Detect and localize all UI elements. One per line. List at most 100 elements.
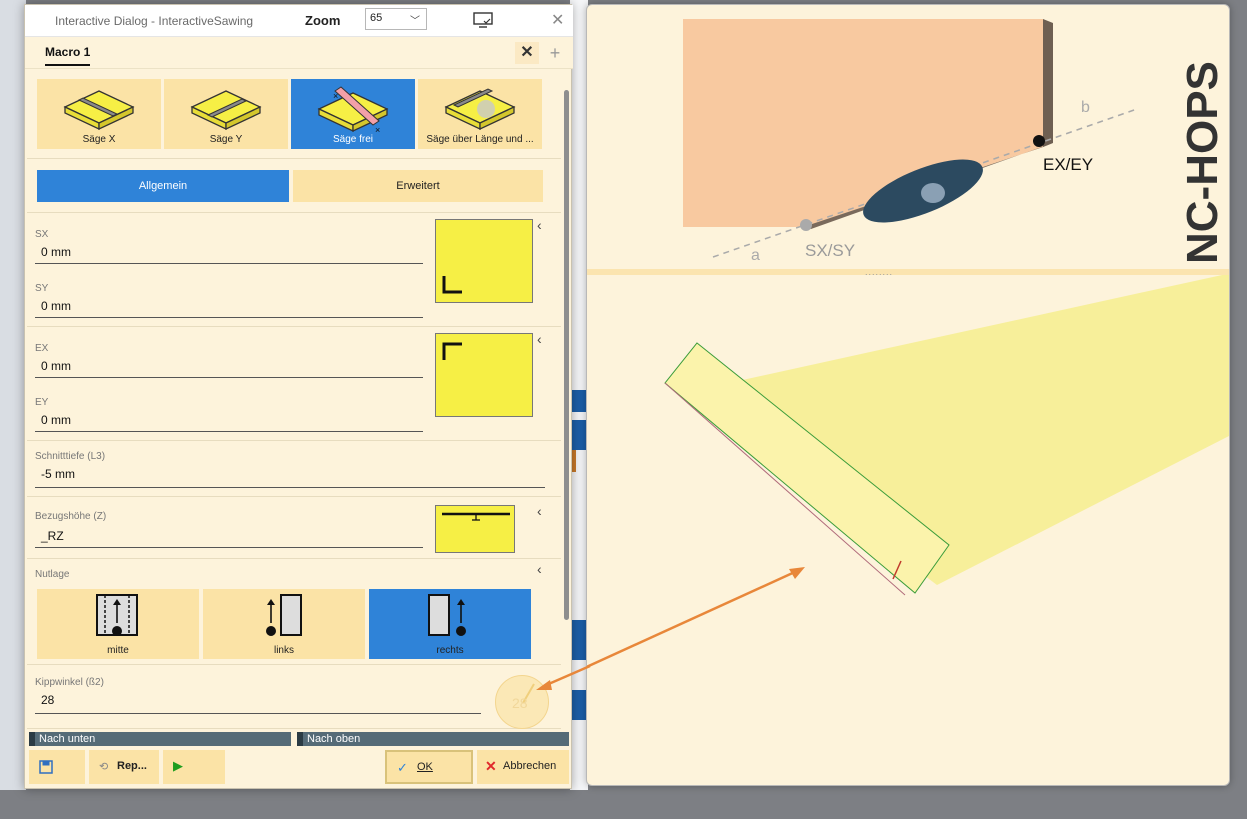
nav-up-button[interactable]: Nach oben [297,732,569,746]
cancel-button[interactable]: ✕ Abbrechen [477,750,569,784]
tab-general[interactable]: Allgemein [37,170,289,202]
groove-right-button[interactable]: rechts [369,589,531,659]
end-point-panel: EX 0 mm EY 0 mm ‹ [27,329,561,441]
zoom-select[interactable]: 65 ﹀ [365,8,427,30]
repeat-label: Rep... [117,760,147,772]
groove-middle-label: mitte [107,645,129,656]
groove-label: Nutlage [35,569,70,580]
background-app-left [0,0,26,790]
tool-saw-length-button[interactable]: Säge über Länge und ... [418,79,542,149]
tool-saw-x-label: Säge X [82,134,116,145]
scrollbar-thumb[interactable] [564,90,569,620]
zoom-label: Zoom [305,13,341,28]
section-tabs: Allgemein Erweitert [27,161,561,213]
depth-label: Schnitttiefe (L3) [35,451,106,462]
interactive-sawing-dialog: Interactive Dialog - InteractiveSawing Z… [24,4,573,789]
tilt-label: Kippwinkel (ß2) [35,677,104,688]
tab-advanced[interactable]: Erweitert [293,170,543,202]
save-button[interactable] [29,750,85,784]
depth-input[interactable]: -5 mm [41,467,75,481]
ey-input[interactable]: 0 mm [41,413,71,427]
groove-middle-button[interactable]: mitte [37,589,199,659]
tilt-angle-panel: Kippwinkel (ß2) 28 [27,667,561,729]
tool-saw-free-button[interactable]: × × Säge frei [291,79,415,149]
save-icon [39,760,53,774]
collapse-ref-icon[interactable]: ‹ [537,503,542,519]
close-tab-icon[interactable]: ✕ [515,42,539,64]
tilt-input[interactable]: 28 [41,693,54,707]
tool-saw-x-button[interactable]: Säge X [37,79,161,149]
ref-height-label: Bezugshöhe (Z) [35,511,107,522]
ey-label: EY [35,397,49,408]
board-edge [1043,19,1053,147]
nav-down-label: Nach unten [39,733,96,745]
start-point-label: SX/SY [805,241,856,260]
groove-left-icon [266,594,302,636]
axis-b-label: b [1081,99,1090,116]
collapse-groove-icon[interactable]: ‹ [537,561,542,577]
sx-label: SX [35,229,49,240]
sy-label: SY [35,283,49,294]
sx-underline [35,263,423,264]
check-icon: ✓ [397,760,408,775]
depth-underline [35,487,545,488]
tool-saw-y-label: Säge Y [209,134,243,145]
groove-right-label: rechts [436,645,464,656]
corner-bottom-left-icon [442,276,462,294]
macro-tabbar: Macro 1 ✕ + [25,37,573,69]
repeat-button[interactable]: ⟲ Rep... [89,750,159,784]
sy-underline [35,317,423,318]
ref-height-underline [35,547,423,548]
splitter-grip-icon: ........ [865,267,894,277]
repeat-icon: ⟲ [99,761,109,773]
link-arrow-segment [543,664,591,688]
sx-input[interactable]: 0 mm [41,245,71,259]
cancel-x-icon: ✕ [485,758,497,774]
close-window-icon[interactable]: ✕ [551,10,564,30]
start-point-marker [800,219,812,231]
groove-left-button[interactable]: links [203,589,365,659]
add-tab-icon[interactable]: + [543,42,567,64]
axis-a-label: a [751,247,760,264]
play-button[interactable]: ▶ [163,750,225,784]
cad-viewport[interactable]: SX/SY EX/EY a b ........ [586,4,1230,786]
saw-length-icon [444,88,516,131]
arrow-up-icon [297,732,303,746]
zoom-value: 65 [370,12,383,24]
saw-x-icon [63,90,135,131]
dialog-titlebar[interactable]: Interactive Dialog - InteractiveSawing Z… [25,5,573,37]
ref-height-preview [435,505,515,553]
ex-label: EX [35,343,49,354]
end-point-marker [1033,135,1045,147]
tool-panel: Säge X Säge Y × × Säge frei Säge über Lä… [27,73,561,159]
end-point-label: EX/EY [1043,155,1094,174]
groove-left-label: links [273,645,294,656]
dialog-title: Interactive Dialog - InteractiveSawing [55,14,254,28]
ref-height-input[interactable]: _RZ [41,529,64,543]
tab-macro-1[interactable]: Macro 1 [45,45,91,66]
tool-saw-y-button[interactable]: Säge Y [164,79,288,149]
corner-top-left-icon [442,342,462,360]
nav-up-label: Nach oben [307,733,361,745]
viewport-scene [587,19,1229,669]
svg-text:×: × [333,91,338,101]
ok-button[interactable]: ✓ OK [385,750,473,784]
start-point-panel: SX 0 mm SY 0 mm ‹ [27,215,561,327]
monitor-check-icon[interactable] [473,12,493,28]
tilt-underline [35,713,481,714]
ey-underline [35,431,423,432]
viewport-splitter[interactable] [587,269,1229,275]
board-top-view [683,19,1043,227]
cancel-label: Abbrechen [503,760,557,772]
nav-down-button[interactable]: Nach unten [29,732,291,746]
collapse-end-icon[interactable]: ‹ [537,331,542,347]
nc-hops-brand-text: NC-HOPS [1178,61,1227,264]
nc-hops-logo: NC-HOPS [1178,61,1227,264]
sy-input[interactable]: 0 mm [41,299,71,313]
collapse-start-icon[interactable]: ‹ [537,217,542,233]
saw-hub [921,183,945,203]
groove-position-panel: Nutlage ‹ mitte links rechts [27,561,561,665]
saw-y-icon [190,90,262,131]
arrow-down-icon [29,732,35,746]
ex-input[interactable]: 0 mm [41,359,71,373]
